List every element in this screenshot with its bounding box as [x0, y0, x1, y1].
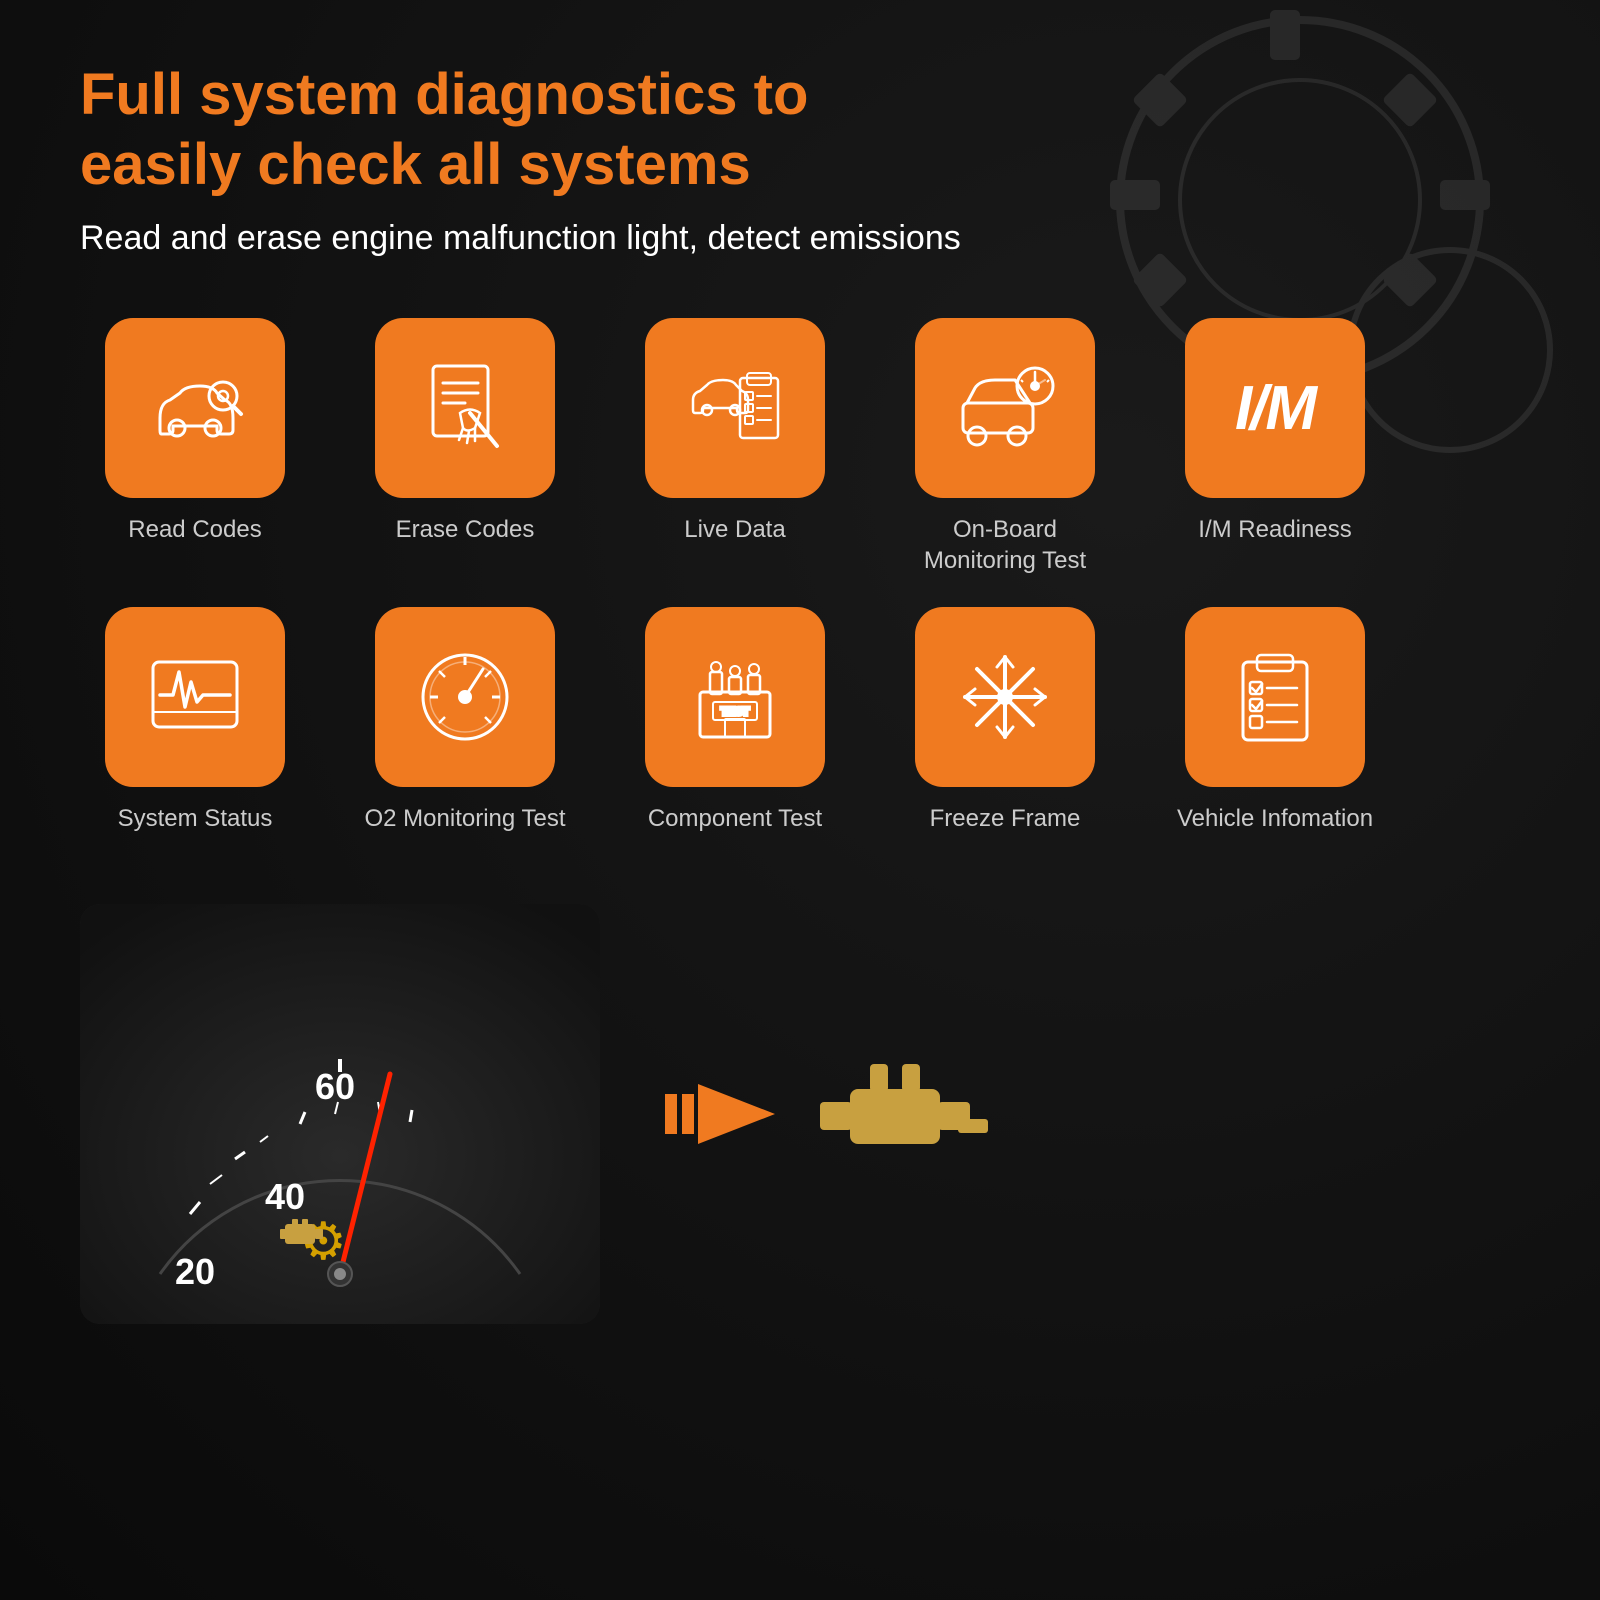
im-readiness-icon-box: I/M	[1185, 318, 1365, 498]
onboard-monitoring-label: On-Board Monitoring Test	[924, 514, 1086, 576]
erase-codes-icon	[415, 358, 515, 458]
freeze-frame-icon	[955, 647, 1055, 747]
svg-text:60: 60	[315, 1066, 355, 1107]
o2-monitoring-icon-box	[375, 607, 555, 787]
svg-text:40: 40	[265, 1176, 305, 1217]
system-status-label: System Status	[118, 803, 273, 834]
feature-o2-monitoring: O2 Monitoring Test	[350, 607, 580, 834]
read-codes-icon-box	[105, 318, 285, 498]
main-subtitle: Read and erase engine malfunction light,…	[80, 219, 1520, 258]
vehicle-info-icon-box	[1185, 607, 1365, 787]
svg-text:TEST: TEST	[721, 706, 749, 718]
speedometer-card: 20 40 60 ⚙	[80, 904, 600, 1324]
o2-monitoring-label: O2 Monitoring Test	[365, 803, 566, 834]
component-test-label: Component Test	[648, 803, 822, 834]
main-title: Full system diagnostics to easily check …	[80, 60, 980, 199]
onboard-monitoring-icon-box	[915, 318, 1095, 498]
o2-monitoring-icon	[415, 647, 515, 747]
live-data-label: Live Data	[684, 514, 785, 545]
svg-text:20: 20	[175, 1251, 215, 1292]
arrow-engine-section	[660, 1034, 1520, 1194]
main-content: Full system diagnostics to easily check …	[0, 0, 1600, 1364]
erase-codes-label: Erase Codes	[396, 514, 535, 545]
bottom-section: 20 40 60 ⚙	[80, 904, 1520, 1324]
system-status-icon	[145, 647, 245, 747]
features-row-2: System Status	[80, 607, 1520, 834]
live-data-icon-box	[645, 318, 825, 498]
component-test-icon: TEST	[685, 647, 785, 747]
component-test-icon-box: TEST	[645, 607, 825, 787]
system-status-icon-box	[105, 607, 285, 787]
im-readiness-label: I/M Readiness	[1198, 514, 1351, 545]
engine-warning-large-icon	[810, 1034, 1010, 1194]
feature-component-test: TEST Component Test	[620, 607, 850, 834]
vehicle-info-label: Vehicle Infomation	[1177, 803, 1373, 834]
im-readiness-text: I/M	[1235, 373, 1315, 444]
freeze-frame-label: Freeze Frame	[930, 803, 1081, 834]
feature-read-codes: Read Codes	[80, 318, 310, 576]
features-row-1: Read Codes	[80, 318, 1520, 576]
feature-onboard-monitoring: On-Board Monitoring Test	[890, 318, 1120, 576]
freeze-frame-icon-box	[915, 607, 1095, 787]
feature-live-data: Live Data	[620, 318, 850, 576]
read-codes-label: Read Codes	[128, 514, 261, 545]
feature-freeze-frame: Freeze Frame	[890, 607, 1120, 834]
feature-vehicle-info: Vehicle Infomation	[1160, 607, 1390, 834]
erase-codes-icon-box	[375, 318, 555, 498]
feature-system-status: System Status	[80, 607, 310, 834]
feature-im-readiness: I/M I/M Readiness	[1160, 318, 1390, 576]
features-grid: Read Codes	[80, 318, 1520, 834]
onboard-monitoring-icon	[955, 358, 1055, 458]
feature-erase-codes: Erase Codes	[350, 318, 580, 576]
live-data-icon	[685, 358, 785, 458]
vehicle-info-icon	[1225, 647, 1325, 747]
speedometer-svg: 20 40 60 ⚙	[80, 904, 600, 1324]
double-arrow-icon	[660, 1074, 780, 1154]
read-codes-icon	[145, 358, 245, 458]
